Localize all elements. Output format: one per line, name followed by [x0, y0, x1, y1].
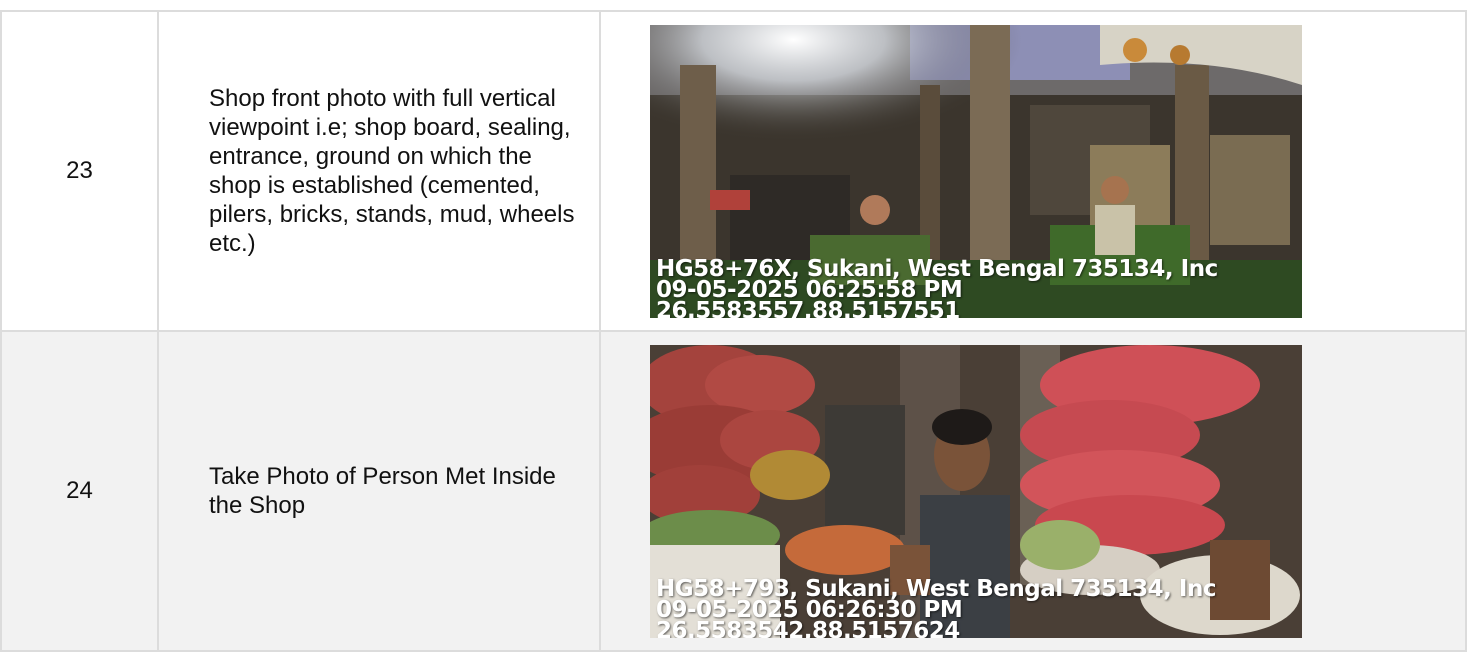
photo-coordinates: 26.5583557,88.5157551: [656, 297, 960, 318]
row-description: Take Photo of Person Met Inside the Shop: [209, 463, 556, 519]
row-description-cell: Take Photo of Person Met Inside the Shop: [157, 330, 601, 652]
row-description: Shop front photo with full vertical view…: [209, 85, 575, 257]
table-row: 24 Take Photo of Person Met Inside the S…: [0, 330, 1467, 652]
photo-geotag-overlay: HG58+793, Sukani, West Bengal 735134, In…: [656, 577, 1216, 638]
photo-geotag-overlay: HG58+76X, Sukani, West Bengal 735134, In…: [656, 257, 1218, 318]
row-number: 24: [0, 330, 159, 652]
photo-coordinates: 26.5583542,88.5157624: [656, 617, 960, 638]
shop-front-photo: HG58+76X, Sukani, West Bengal 735134, In…: [650, 24, 1302, 318]
person-met-photo: HG58+793, Sukani, West Bengal 735134, In…: [650, 344, 1302, 638]
report-table: 23 Shop front photo with full vertical v…: [0, 10, 1467, 652]
row-number: 23: [0, 10, 159, 332]
row-photo-cell: HG58+793, Sukani, West Bengal 735134, In…: [599, 330, 1467, 652]
row-photo-cell: HG58+76X, Sukani, West Bengal 735134, In…: [599, 10, 1467, 332]
row-description-cell: Shop front photo with full vertical view…: [157, 10, 601, 332]
table-row: 23 Shop front photo with full vertical v…: [0, 10, 1467, 332]
